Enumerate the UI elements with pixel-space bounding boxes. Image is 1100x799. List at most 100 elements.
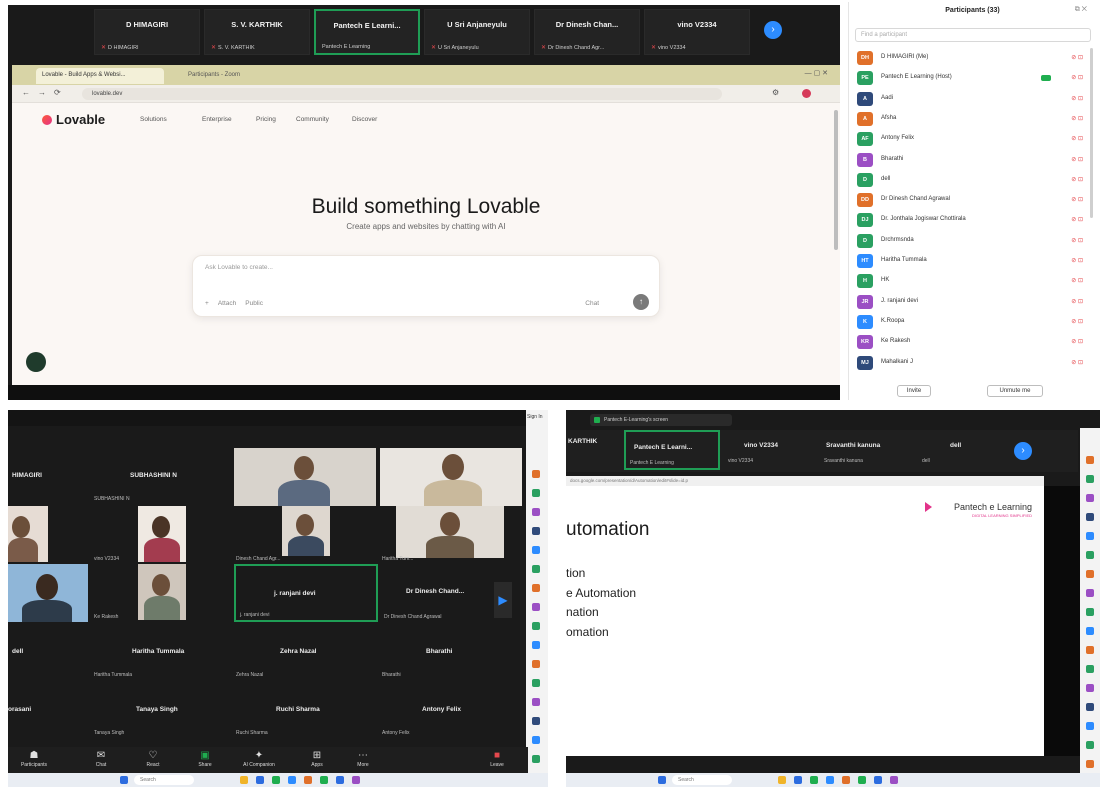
plus-icon[interactable]: + <box>205 300 209 307</box>
video-tile[interactable]: vino V2334 ✕ vino V2334 <box>644 9 750 55</box>
share-indicator[interactable]: Pantech E-Learning's screen <box>590 414 732 426</box>
taskbar-app-icon[interactable] <box>256 776 264 784</box>
more-button[interactable]: ⋯ More <box>348 750 378 768</box>
video-tile[interactable]: S. V. KARTHIK ✕ S. V. KARTHIK <box>204 9 310 55</box>
slide-bullet: e Automation <box>566 586 637 600</box>
send-icon[interactable]: ↑ <box>633 294 649 310</box>
leave-button[interactable]: ■ Leave <box>482 750 512 768</box>
chat-button[interactable]: ✉ Chat <box>86 750 116 768</box>
participant-row[interactable]: JR J. ranjani devi ⊘ ⊡ <box>857 293 1089 313</box>
video-tile-active-speaker[interactable]: j. ranjani devi j. ranjani devi <box>234 564 378 622</box>
nav-pricing[interactable]: Pricing <box>256 116 276 123</box>
sign-in-link[interactable]: Sign In <box>527 414 543 420</box>
react-button[interactable]: ♡ React <box>138 750 168 768</box>
video-tile[interactable] <box>8 506 48 562</box>
taskbar-app-icon[interactable] <box>826 776 834 784</box>
unmute-me-button[interactable]: Unmute me <box>987 385 1043 397</box>
apps-button[interactable]: ⊞ Apps <box>302 750 332 768</box>
video-tile[interactable]: dell dell <box>912 430 1002 470</box>
video-tile-active-speaker[interactable]: Pantech E Learni... Pantech E Learning <box>314 9 420 55</box>
taskbar-app-icon[interactable] <box>272 776 280 784</box>
panel-controls-icon[interactable]: ⧉ ✕ <box>1075 6 1087 14</box>
video-tile[interactable]: Dr Dinesh Chan... ✕ Dr Dinesh Chand Agr... <box>534 9 640 55</box>
taskbar-app-icon[interactable] <box>304 776 312 784</box>
participant-row[interactable]: KR Ke Rakesh ⊘ ⊡ <box>857 333 1089 353</box>
taskbar-app-icon[interactable] <box>240 776 248 784</box>
invite-button[interactable]: Invite <box>897 385 931 397</box>
nav-enterprise[interactable]: Enterprise <box>202 116 232 123</box>
extensions-icon[interactable]: ⚙ <box>772 88 779 97</box>
video-tile[interactable] <box>138 506 186 562</box>
participant-row[interactable]: DD Dr Dinesh Chand Agrawal ⊘ ⊡ <box>857 191 1089 211</box>
video-tile[interactable]: U Sri Anjaneyulu ✕ U Sri Anjaneyulu <box>424 9 530 55</box>
page-scrollbar[interactable] <box>834 110 838 250</box>
taskbar-search[interactable]: Search <box>672 775 732 785</box>
participant-row[interactable]: HT Haritha Tummala ⊘ ⊡ <box>857 252 1089 272</box>
tab-participants[interactable]: Participants - Zoom <box>182 68 322 84</box>
taskbar-app-icon[interactable] <box>288 776 296 784</box>
profile-avatar[interactable] <box>802 89 811 98</box>
video-tile[interactable]: vino V2334 vino V2334 <box>724 430 814 470</box>
taskbar-app-icon[interactable] <box>858 776 866 784</box>
next-page-icon[interactable]: ▶ <box>494 582 512 618</box>
video-tile[interactable] <box>396 506 504 558</box>
tab-lovable[interactable]: Lovable - Build Apps & Websi... <box>36 68 164 84</box>
participant-row[interactable]: D Drchrmsnda ⊘ ⊡ <box>857 232 1089 252</box>
share-button[interactable]: ▣ Share <box>190 750 220 768</box>
back-icon[interactable]: ← <box>22 88 30 97</box>
video-tile[interactable]: Sravanthi kanuna Sravanthi kanuna <box>820 430 906 470</box>
participant-row[interactable]: DH D HIMAGIRI (Me) ⊘ ⊡ <box>857 49 1089 69</box>
taskbar-app-icon[interactable] <box>336 776 344 784</box>
next-page-icon[interactable]: › <box>764 21 782 39</box>
participant-row[interactable]: MJ Mahalkani J ⊘ ⊡ <box>857 354 1089 374</box>
participant-row[interactable]: A Afsha ⊘ ⊡ <box>857 110 1089 130</box>
taskbar-search[interactable]: Search <box>134 775 194 785</box>
chat-toggle[interactable]: Chat <box>585 300 599 307</box>
taskbar-app-icon[interactable] <box>810 776 818 784</box>
video-tile[interactable] <box>234 448 376 506</box>
forward-icon[interactable]: → <box>38 88 46 97</box>
start-icon[interactable] <box>120 776 128 784</box>
window-controls-icon[interactable]: — ▢ ✕ <box>805 69 828 77</box>
attach-button[interactable]: Attach <box>218 300 236 307</box>
participant-row[interactable]: H HK ⊘ ⊡ <box>857 272 1089 292</box>
participant-row[interactable]: AF Antony Felix ⊘ ⊡ <box>857 130 1089 150</box>
tile-name: vino V2334 <box>677 20 717 29</box>
participant-row[interactable]: A Aadi ⊘ ⊡ <box>857 90 1089 110</box>
video-tile[interactable] <box>380 448 522 506</box>
nav-community[interactable]: Community <box>296 116 329 123</box>
public-button[interactable]: Public <box>245 300 263 307</box>
participants-button[interactable]: ☗ Participants <box>16 750 52 768</box>
site-logo[interactable]: Lovable <box>56 112 105 127</box>
video-tile[interactable]: KARTHIK <box>566 430 618 470</box>
nav-discover[interactable]: Discover <box>352 116 377 123</box>
participant-row[interactable]: K K.Roopa ⊘ ⊡ <box>857 313 1089 333</box>
reload-icon[interactable]: ⟳ <box>54 88 61 97</box>
side-avatar-icon <box>1086 532 1094 540</box>
taskbar-app-icon[interactable] <box>842 776 850 784</box>
floating-chat-icon[interactable] <box>26 352 46 372</box>
video-tile[interactable] <box>8 564 88 622</box>
participant-row[interactable]: DJ Dr. Jonthala Jogiswar Chottirala ⊘ ⊡ <box>857 211 1089 231</box>
taskbar-app-icon[interactable] <box>890 776 898 784</box>
next-page-icon[interactable]: › <box>1014 442 1032 460</box>
prompt-box[interactable]: Ask Lovable to create... + Attach Public… <box>192 255 660 317</box>
video-tile[interactable] <box>282 506 330 556</box>
participant-search-input[interactable]: Find a participant <box>855 28 1091 42</box>
ai-companion-button[interactable]: ✦ AI Companion <box>234 750 284 768</box>
video-tile[interactable]: D HIMAGIRI ✕ D HIMAGIRI <box>94 9 200 55</box>
taskbar-app-icon[interactable] <box>794 776 802 784</box>
participants-scrollbar[interactable] <box>1090 48 1093 218</box>
participant-row[interactable]: B Bharathi ⊘ ⊡ <box>857 151 1089 171</box>
nav-solutions[interactable]: Solutions <box>140 116 167 123</box>
video-tile[interactable] <box>138 564 186 620</box>
video-tile-active-speaker[interactable]: Pantech E Learni... Pantech E Learning <box>624 430 720 470</box>
taskbar-app-icon[interactable] <box>352 776 360 784</box>
start-icon[interactable] <box>658 776 666 784</box>
participant-row[interactable]: Ddell ⊘ ⊡ <box>857 171 1089 191</box>
url-field[interactable]: lovable.dev <box>82 88 722 100</box>
participant-row[interactable]: PE Pantech E Learning (Host) ⊘ ⊡ <box>857 69 1089 89</box>
taskbar-app-icon[interactable] <box>874 776 882 784</box>
taskbar-app-icon[interactable] <box>778 776 786 784</box>
taskbar-app-icon[interactable] <box>320 776 328 784</box>
